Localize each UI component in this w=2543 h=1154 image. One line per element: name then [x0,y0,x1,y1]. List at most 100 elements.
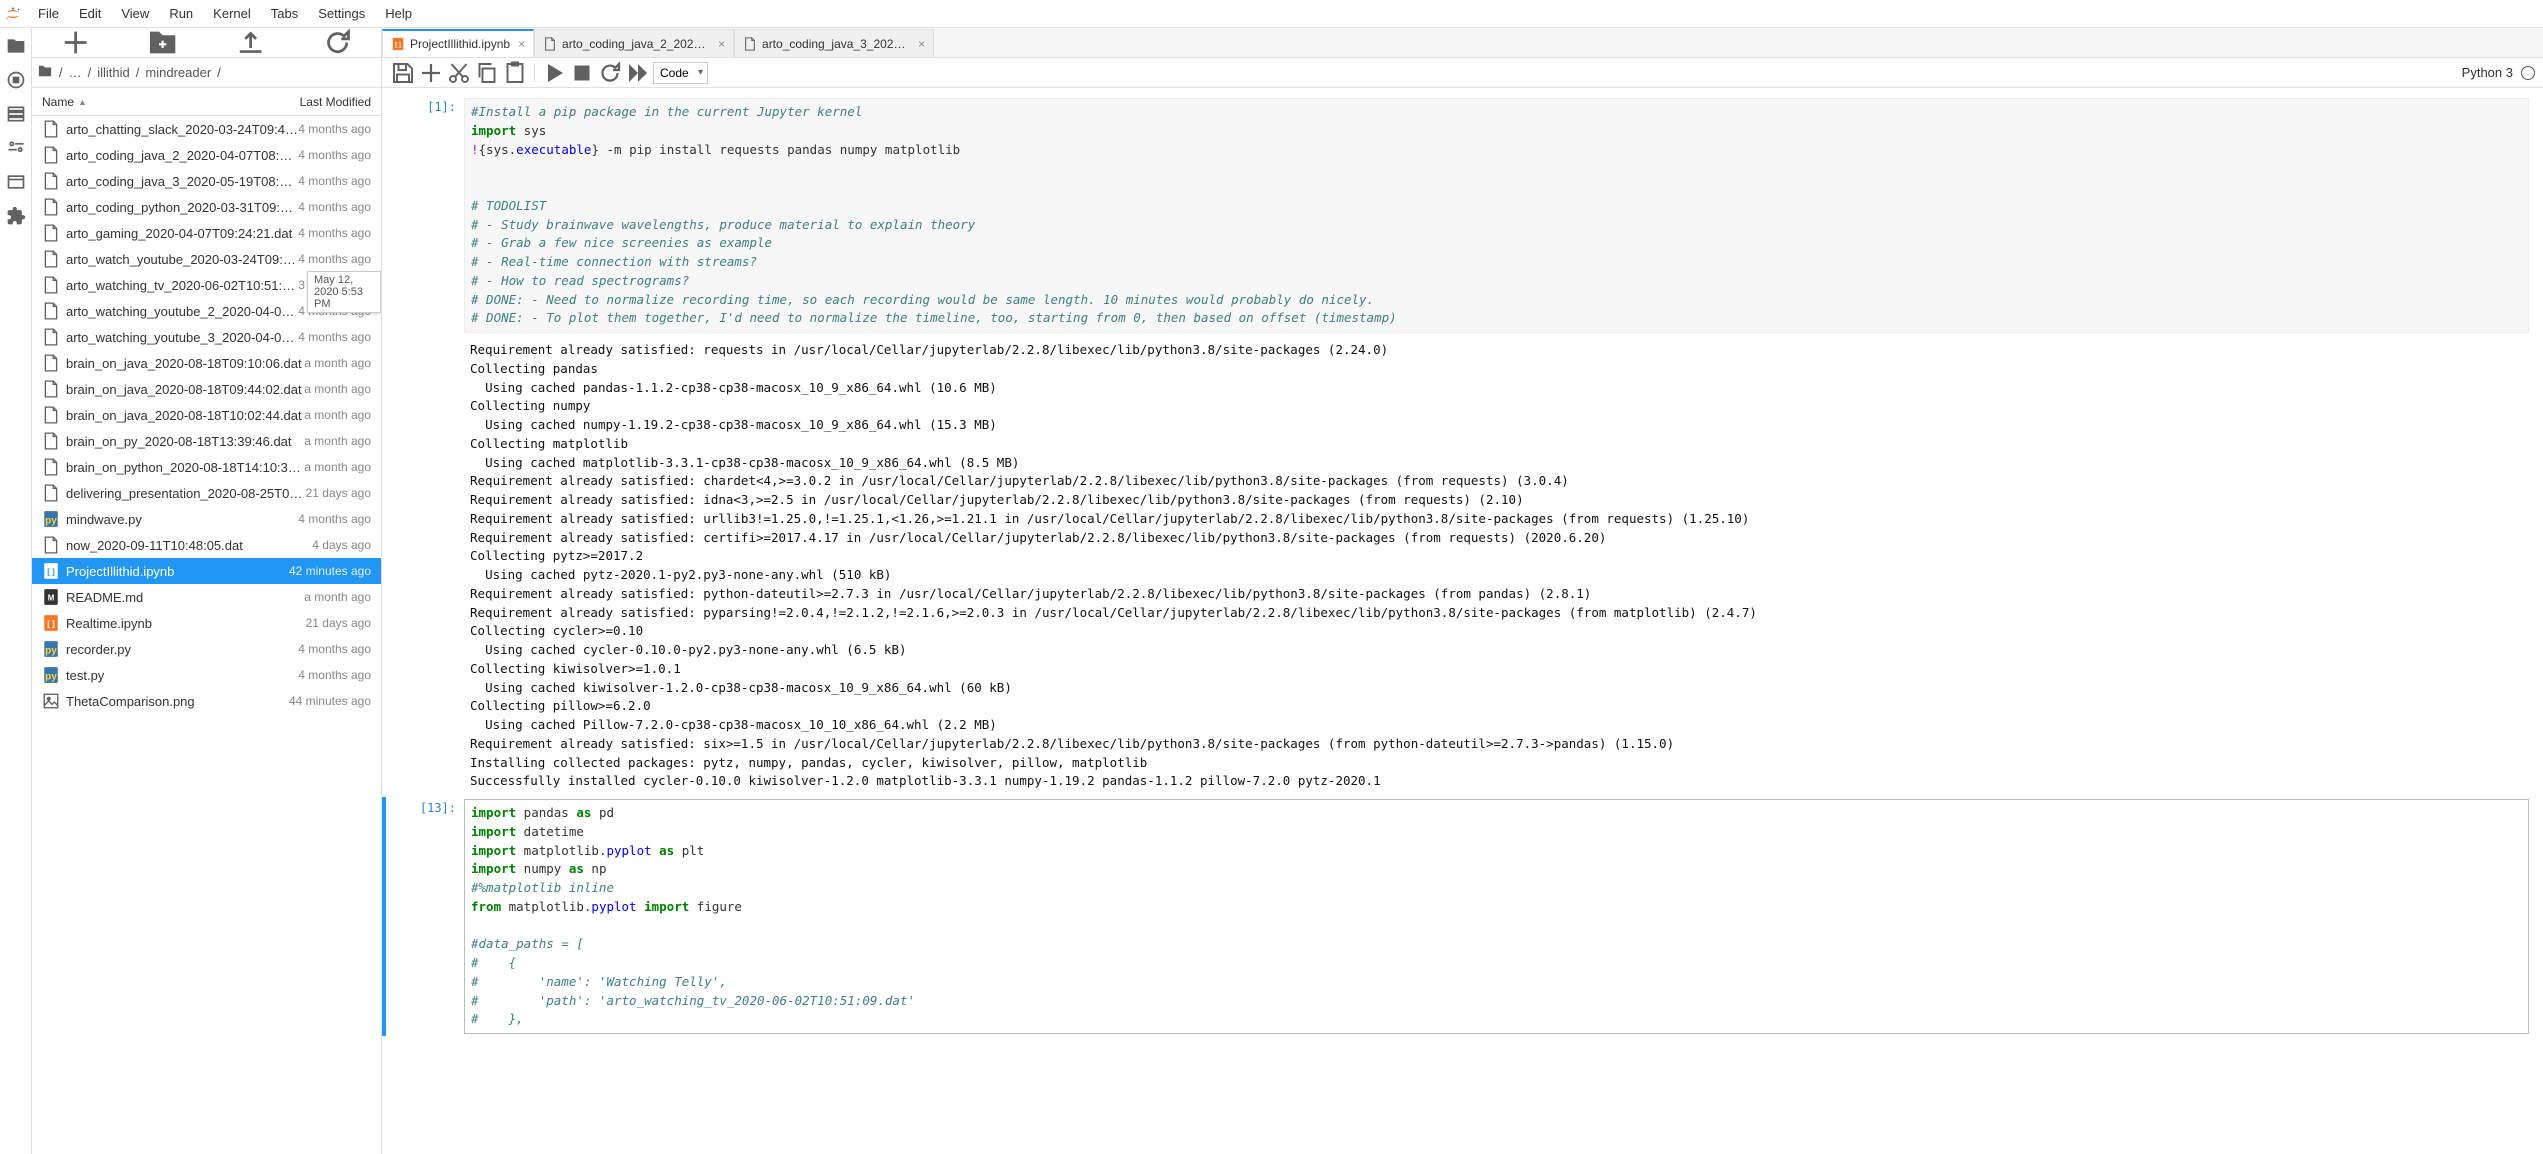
insert-cell-button[interactable] [418,61,444,85]
cell-editor[interactable]: #Install a pip package in the current Ju… [464,98,2529,333]
menu-file[interactable]: File [28,0,69,27]
code-cell[interactable]: [13]: import pandas as pd import datetim… [382,797,2543,1036]
menu-edit[interactable]: Edit [69,0,111,27]
file-name: arto_coding_java_3_2020-05-19T08:54:02.d… [66,174,298,189]
file-row[interactable]: [ ]Realtime.ipynb21 days ago [32,610,381,636]
breadcrumb-seg[interactable]: … [66,65,85,80]
restart-button[interactable] [597,61,623,85]
extensions-icon[interactable] [6,206,26,226]
file-modified: a month ago [304,434,371,448]
run-button[interactable] [541,61,567,85]
folder-home-icon[interactable] [38,64,52,81]
file-row[interactable]: [ ]ProjectIllithid.ipynb42 minutes ago [32,558,381,584]
file-file-icon [42,250,60,268]
file-modified: 4 months ago [298,512,371,526]
new-folder-button[interactable] [119,28,206,57]
menu-help[interactable]: Help [375,0,422,27]
commands-icon[interactable] [6,104,26,124]
file-row[interactable]: brain_on_java_2020-08-18T09:10:06.data m… [32,350,381,376]
file-file-icon [42,406,60,424]
svg-text:py: py [45,516,57,527]
folder-icon[interactable] [6,36,26,56]
tab[interactable]: arto_coding_java_3_2020-0× [734,29,934,57]
file-row[interactable]: brain_on_java_2020-08-18T10:02:44.data m… [32,402,381,428]
close-icon[interactable]: × [718,37,725,51]
file-name: brain_on_py_2020-08-18T13:39:46.dat [66,434,304,449]
file-row[interactable]: arto_coding_java_2_2020-04-07T08:10:02.d… [32,142,381,168]
file-name: now_2020-09-11T10:48:05.dat [66,538,312,553]
close-icon[interactable]: × [918,37,925,51]
cell-output: Requirement already satisfied: requests … [382,335,2543,797]
cell-type-select[interactable]: Code ▾ [653,62,708,84]
notebook[interactable]: [1]: #Install a pip package in the curre… [382,88,2543,1154]
tab-label: arto_coding_java_2_2020-0 [562,37,710,51]
file-name: arto_gaming_2020-04-07T09:24:21.dat [66,226,298,241]
file-row[interactable]: brain_on_python_2020-08-18T14:10:33.data… [32,454,381,480]
file-modified: 21 days ago [306,616,371,630]
file-row[interactable]: arto_coding_python_2020-03-31T09:57:06..… [32,194,381,220]
file-list-header[interactable]: Name▲ Last Modified [32,88,381,116]
menu-run[interactable]: Run [159,0,203,27]
file-row[interactable]: ThetaComparison.png44 minutes ago [32,688,381,714]
file-row[interactable]: MREADME.mda month ago [32,584,381,610]
file-name: delivering_presentation_2020-08-25T07:57… [66,486,306,501]
file-modified: a month ago [304,590,371,604]
file-row[interactable]: brain_on_py_2020-08-18T13:39:46.data mon… [32,428,381,454]
file-row[interactable]: py mindwave.py4 months ago [32,506,381,532]
breadcrumb-seg[interactable]: mindreader [142,65,214,80]
file-list[interactable]: May 12, 2020 5:53 PM arto_chatting_slack… [32,116,381,1154]
menu-kernel[interactable]: Kernel [203,0,261,27]
file-modified: 4 months ago [298,252,371,266]
file-row[interactable]: arto_coding_java_3_2020-05-19T08:54:02.d… [32,168,381,194]
tabs-icon[interactable] [6,172,26,192]
running-icon[interactable] [6,70,26,90]
upload-button[interactable] [207,28,294,57]
py-file-icon: py [42,666,60,684]
new-launcher-button[interactable] [32,28,119,57]
file-name: arto_coding_java_2_2020-04-07T08:10:02.d… [66,148,298,163]
file-name: mindwave.py [66,512,298,527]
file-row[interactable]: arto_chatting_slack_2020-03-24T09:48:28.… [32,116,381,142]
file-row[interactable]: arto_gaming_2020-04-07T09:24:21.dat4 mon… [32,220,381,246]
file-name: ThetaComparison.png [66,694,289,709]
file-modified: a month ago [304,408,371,422]
file-file-icon [42,276,60,294]
close-icon[interactable]: × [518,37,525,51]
file-row[interactable]: delivering_presentation_2020-08-25T07:57… [32,480,381,506]
cell-editor[interactable]: import pandas as pd import datetime impo… [464,799,2529,1034]
file-row[interactable]: now_2020-09-11T10:48:05.dat4 days ago [32,532,381,558]
paste-button[interactable] [502,61,528,85]
file-name: README.md [66,590,304,605]
code-cell[interactable]: [1]: #Install a pip package in the curre… [382,96,2543,335]
save-button[interactable] [390,61,416,85]
refresh-button[interactable] [294,28,381,57]
nb-file-icon: [ ] [42,562,60,580]
file-row[interactable]: pyrecorder.py4 months ago [32,636,381,662]
cut-button[interactable] [446,61,472,85]
file-row[interactable]: brain_on_java_2020-08-18T09:44:02.data m… [32,376,381,402]
restart-run-all-button[interactable] [625,61,651,85]
stop-button[interactable] [569,61,595,85]
copy-button[interactable] [474,61,500,85]
file-file-icon [42,458,60,476]
py-file-icon: py [42,640,60,658]
tab-bar: [ ]ProjectIllithid.ipynb×arto_coding_jav… [382,28,2543,58]
file-row[interactable]: pytest.py4 months ago [32,662,381,688]
breadcrumb-seg[interactable]: illithid [94,65,133,80]
kernel-name[interactable]: Python 3 [2462,65,2513,80]
menu-view[interactable]: View [111,0,159,27]
breadcrumb[interactable]: / … / illithid / mindreader / [32,58,381,88]
file-name: arto_chatting_slack_2020-03-24T09:48:28.… [66,122,298,137]
properties-icon[interactable] [6,138,26,158]
file-row[interactable]: arto_watch_youtube_2020-03-24T09:37:03..… [32,246,381,272]
file-file-icon [42,484,60,502]
menu-tabs[interactable]: Tabs [261,0,308,27]
file-modified: a month ago [304,460,371,474]
tab[interactable]: [ ]ProjectIllithid.ipynb× [382,29,534,57]
tab[interactable]: arto_coding_java_2_2020-0 × [534,29,734,57]
activity-bar [0,28,32,1154]
menu-settings[interactable]: Settings [308,0,375,27]
file-modified: 4 months ago [298,174,371,188]
file-row[interactable]: arto_watching_youtube_3_2020-04-07T09:0.… [32,324,381,350]
kernel-status-icon[interactable] [2521,66,2535,80]
